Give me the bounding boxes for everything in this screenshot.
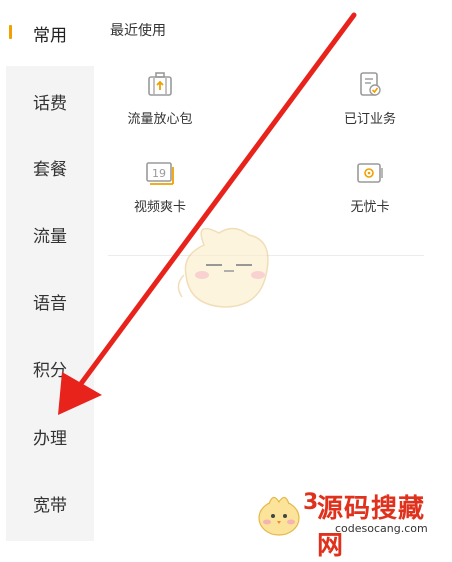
watermark-url: codesocang.com	[335, 522, 428, 535]
chick-logo-icon	[258, 496, 300, 536]
annotation-arrow	[58, 12, 357, 415]
site-watermark: 3 源码搜藏网 codesocang.com	[255, 488, 450, 561]
